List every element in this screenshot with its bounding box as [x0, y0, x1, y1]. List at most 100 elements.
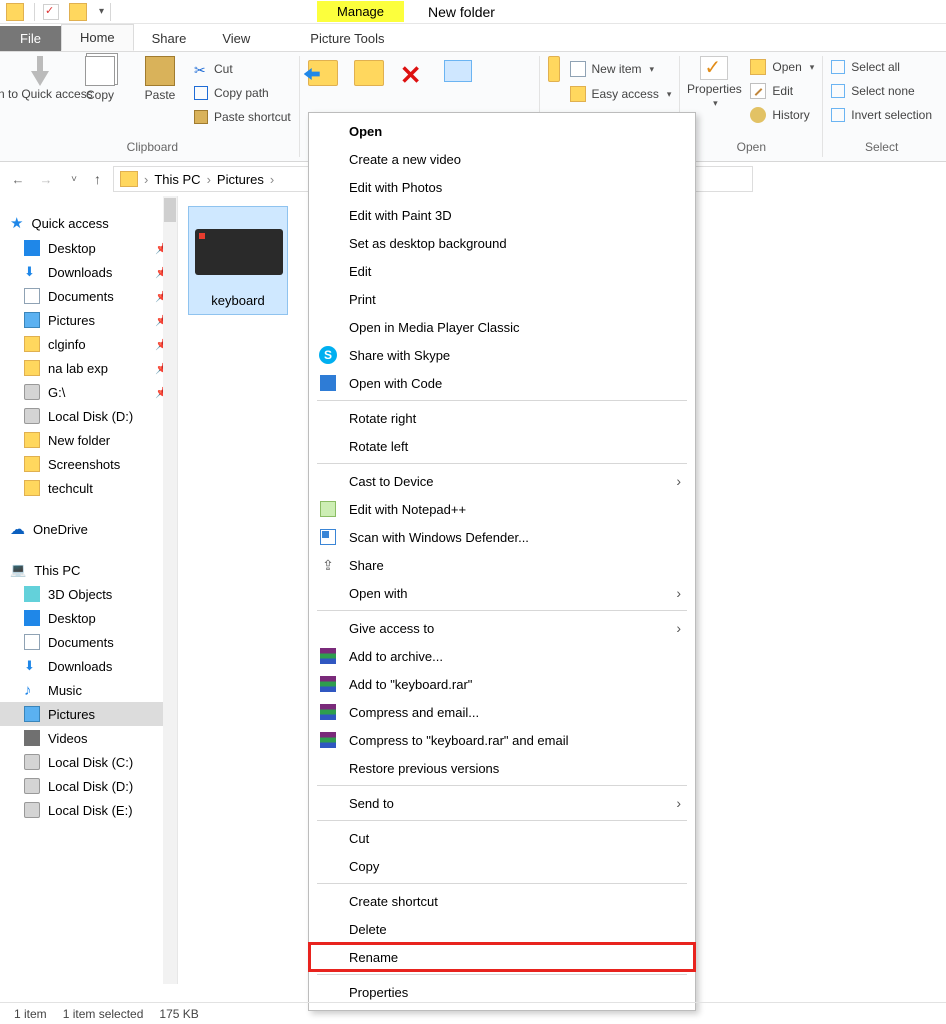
- breadcrumb-pictures[interactable]: Pictures: [217, 172, 264, 187]
- new-folder-button[interactable]: [548, 56, 560, 82]
- invert-selection-button[interactable]: Invert selection: [831, 104, 932, 126]
- pin-to-quick-access-button[interactable]: Pin to Quick access: [14, 56, 66, 101]
- history-button[interactable]: History: [750, 104, 814, 126]
- menu-item[interactable]: Add to archive...: [309, 642, 695, 670]
- nav-item[interactable]: 3D Objects: [0, 582, 177, 606]
- nav-item[interactable]: Pictures: [0, 702, 177, 726]
- menu-item[interactable]: Edit with Paint 3D: [309, 201, 695, 229]
- nav-item[interactable]: Local Disk (E:): [0, 798, 177, 822]
- nav-item[interactable]: Pictures📌: [0, 308, 177, 332]
- open-button[interactable]: Open▾: [750, 56, 814, 78]
- copy-path-button[interactable]: Copy path: [194, 82, 291, 104]
- easy-access-button[interactable]: Easy access▾: [570, 83, 672, 105]
- menu-item[interactable]: Create a new video: [309, 145, 695, 173]
- nav-item[interactable]: G:\📌: [0, 380, 177, 404]
- qat-dropdown-icon[interactable]: ▾: [99, 6, 104, 17]
- nav-item[interactable]: ⬇Downloads: [0, 654, 177, 678]
- menu-item[interactable]: Edit with Notepad++: [309, 495, 695, 523]
- menu-item[interactable]: Scan with Windows Defender...: [309, 523, 695, 551]
- drive-icon: [24, 778, 40, 794]
- menu-item[interactable]: SShare with Skype: [309, 341, 695, 369]
- nav-item[interactable]: clginfo📌: [0, 332, 177, 356]
- menu-item[interactable]: Add to "keyboard.rar": [309, 670, 695, 698]
- file-thumbnail-selected[interactable]: keyboard: [188, 206, 288, 315]
- menu-item[interactable]: Cast to Device›: [309, 467, 695, 495]
- menu-item[interactable]: Set as desktop background: [309, 229, 695, 257]
- menu-item[interactable]: Copy: [309, 852, 695, 880]
- nav-label: Local Disk (D:): [48, 779, 133, 794]
- properties-icon[interactable]: [43, 4, 59, 20]
- scrollbar[interactable]: [163, 196, 177, 984]
- up-button[interactable]: ↑: [94, 171, 101, 187]
- menu-item[interactable]: Cut: [309, 824, 695, 852]
- recent-locations-button[interactable]: ˅: [66, 174, 82, 185]
- menu-item[interactable]: Open in Media Player Classic: [309, 313, 695, 341]
- tab-view[interactable]: View: [204, 26, 268, 51]
- drive-icon: [24, 754, 40, 770]
- nav-item[interactable]: Videos: [0, 726, 177, 750]
- rename-icon[interactable]: [444, 60, 472, 82]
- menu-item[interactable]: Open: [309, 117, 695, 145]
- tab-file[interactable]: File: [0, 26, 61, 51]
- menu-item[interactable]: Create shortcut: [309, 887, 695, 915]
- nav-item[interactable]: New folder: [0, 428, 177, 452]
- menu-item[interactable]: Open with›: [309, 579, 695, 607]
- menu-item-label: Edit: [349, 264, 371, 279]
- nav-item[interactable]: Screenshots: [0, 452, 177, 476]
- menu-item[interactable]: Edit: [309, 257, 695, 285]
- tab-home[interactable]: Home: [61, 24, 134, 51]
- menu-item[interactable]: Compress and email...: [309, 698, 695, 726]
- contextual-tab-manage[interactable]: Manage: [317, 1, 404, 22]
- nav-item[interactable]: Local Disk (D:): [0, 774, 177, 798]
- forward-button[interactable]: →: [38, 172, 54, 187]
- delete-icon[interactable]: [400, 60, 428, 88]
- nav-item[interactable]: Documents📌: [0, 284, 177, 308]
- menu-item[interactable]: Give access to›: [309, 614, 695, 642]
- nav-item[interactable]: Documents: [0, 630, 177, 654]
- chevron-right-icon[interactable]: ›: [270, 172, 274, 187]
- select-all-button[interactable]: Select all: [831, 56, 932, 78]
- select-none-button[interactable]: Select none: [831, 80, 932, 102]
- nav-onedrive[interactable]: ☁OneDrive: [0, 516, 177, 542]
- copy-button[interactable]: Copy: [74, 56, 126, 102]
- tab-picture-tools[interactable]: Picture Tools: [292, 26, 402, 51]
- edit-button[interactable]: Edit: [750, 80, 814, 102]
- nav-item[interactable]: na lab exp📌: [0, 356, 177, 380]
- menu-item[interactable]: Send to›: [309, 789, 695, 817]
- nav-item[interactable]: Local Disk (C:): [0, 750, 177, 774]
- nav-this-pc[interactable]: 💻This PC: [0, 558, 177, 582]
- menu-item[interactable]: Print: [309, 285, 695, 313]
- new-folder-icon[interactable]: [69, 3, 87, 21]
- nav-item[interactable]: ♪Music: [0, 678, 177, 702]
- chevron-right-icon[interactable]: ›: [207, 172, 211, 187]
- nav-item[interactable]: ⬇Downloads📌: [0, 260, 177, 284]
- nav-item[interactable]: Desktop📌: [0, 236, 177, 260]
- back-button[interactable]: ←: [10, 172, 26, 187]
- breadcrumb-this-pc[interactable]: This PC: [154, 172, 200, 187]
- menu-item[interactable]: ⇪Share: [309, 551, 695, 579]
- menu-item[interactable]: Open with Code: [309, 369, 695, 397]
- new-item-button[interactable]: New item▾: [570, 58, 672, 80]
- menu-item[interactable]: Edit with Photos: [309, 173, 695, 201]
- chevron-right-icon[interactable]: ›: [144, 172, 148, 187]
- move-to-button[interactable]: [308, 60, 338, 86]
- paste-shortcut-button[interactable]: Paste shortcut: [194, 106, 291, 128]
- group-label: Open: [688, 137, 814, 157]
- menu-item[interactable]: Rotate right: [309, 404, 695, 432]
- tab-share[interactable]: Share: [134, 26, 205, 51]
- nav-quick-access[interactable]: ★Quick access: [0, 210, 177, 236]
- cut-button[interactable]: Cut: [194, 58, 291, 80]
- menu-item[interactable]: Rotate left: [309, 432, 695, 460]
- paste-button[interactable]: Paste: [134, 56, 186, 102]
- menu-item[interactable]: Compress to "keyboard.rar" and email: [309, 726, 695, 754]
- copy-to-button[interactable]: [354, 60, 384, 86]
- menu-item[interactable]: Delete: [309, 915, 695, 943]
- nav-item[interactable]: Local Disk (D:): [0, 404, 177, 428]
- menu-item-label: Compress to "keyboard.rar" and email: [349, 733, 569, 748]
- menu-item[interactable]: Rename: [309, 943, 695, 971]
- properties-button[interactable]: Properties▾: [688, 56, 740, 109]
- nav-item[interactable]: techcult: [0, 476, 177, 500]
- nav-item[interactable]: Desktop: [0, 606, 177, 630]
- doc-icon: [24, 634, 40, 650]
- menu-item[interactable]: Restore previous versions: [309, 754, 695, 782]
